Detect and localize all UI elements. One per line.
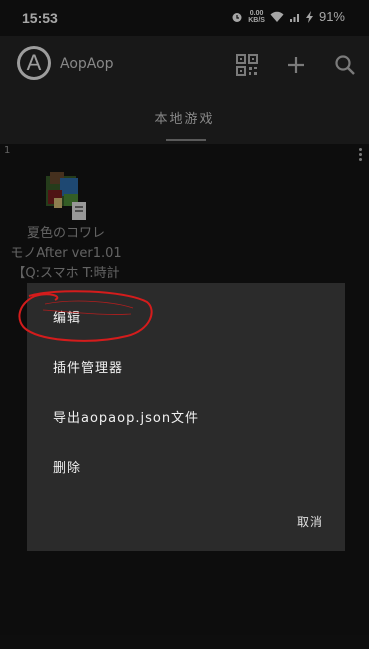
annotation-circle (18, 290, 153, 342)
menu-item-export-json[interactable]: 导出aopaop.json文件 (53, 407, 199, 426)
menu-item-delete[interactable]: 删除 (53, 457, 81, 476)
cancel-button[interactable]: 取消 (297, 513, 323, 530)
menu-item-plugin-manager[interactable]: 插件管理器 (53, 357, 123, 376)
